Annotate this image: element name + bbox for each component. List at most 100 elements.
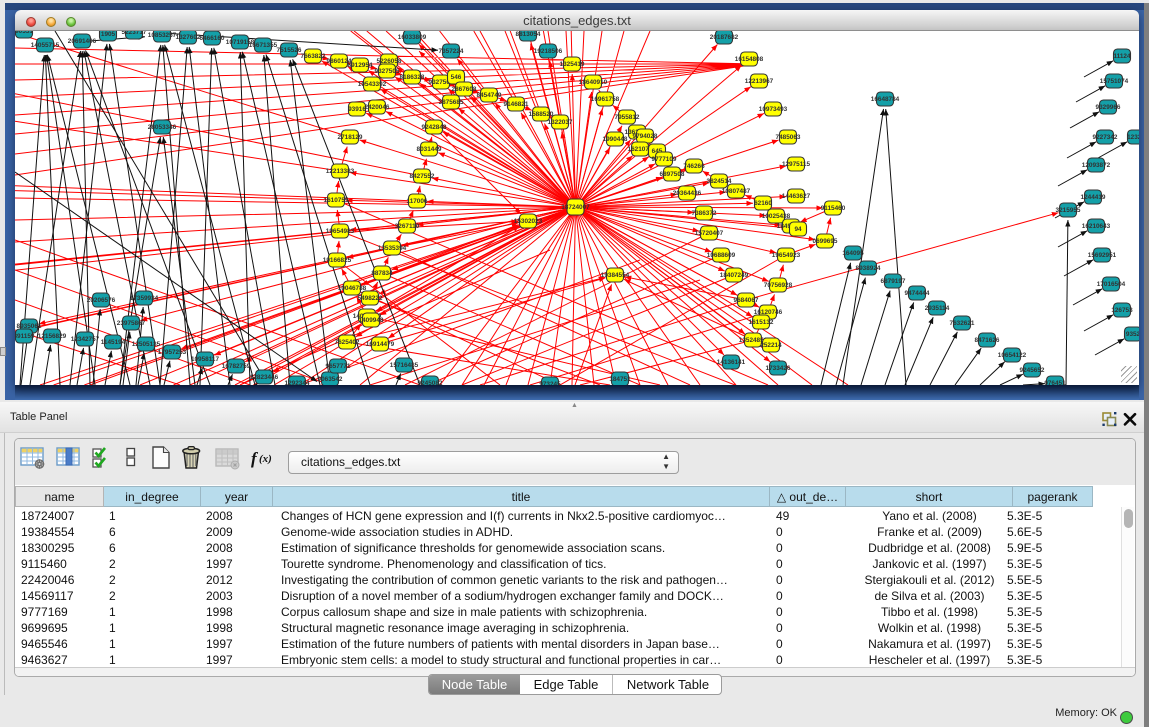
svg-text:7955812: 7955812	[615, 114, 640, 121]
svg-text:9352: 9352	[1126, 331, 1139, 338]
svg-text:9777109: 9777109	[652, 156, 677, 163]
svg-text:10654122: 10654122	[998, 352, 1027, 359]
svg-text:6897508: 6897508	[660, 171, 685, 178]
svg-text:12342757: 12342757	[71, 336, 100, 343]
svg-text:1733426: 1733426	[766, 365, 791, 372]
svg-text:3215955: 3215955	[1056, 207, 1081, 214]
svg-text:973245: 973245	[539, 381, 561, 385]
svg-text:1322037: 1322037	[548, 119, 573, 126]
svg-text:6879197: 6879197	[881, 278, 906, 285]
svg-text:1610755: 1610755	[324, 197, 349, 204]
svg-text:1615132: 1615132	[749, 319, 774, 326]
svg-text:8471626: 8471626	[975, 337, 1000, 344]
svg-text:90551: 90551	[15, 31, 33, 35]
svg-text:546: 546	[451, 74, 462, 81]
svg-text:62160: 62160	[754, 200, 772, 207]
svg-text:9327505: 9327505	[375, 68, 400, 75]
svg-text:11124: 11124	[1113, 53, 1131, 60]
svg-text:12823446: 12823446	[250, 374, 279, 381]
svg-text:93916: 93916	[348, 106, 366, 113]
svg-text:6466160: 6466160	[200, 35, 225, 42]
svg-text:14463627: 14463627	[782, 193, 811, 200]
svg-text:15751074: 15751074	[1100, 78, 1129, 85]
svg-text:1588520: 1588520	[529, 111, 554, 118]
svg-text:12505135: 12505135	[132, 341, 161, 348]
svg-text:12325: 12325	[1127, 134, 1139, 141]
svg-text:5498222: 5498222	[358, 295, 383, 302]
svg-text:19654983: 19654983	[326, 228, 355, 235]
svg-text:15716485: 15716485	[390, 362, 419, 369]
svg-text:1292344: 1292344	[285, 380, 310, 385]
svg-text:8186328: 8186328	[400, 74, 425, 81]
svg-text:12093872: 12093872	[1082, 162, 1111, 169]
svg-text:7515526: 7515526	[277, 47, 302, 54]
svg-text:12975115: 12975115	[782, 161, 811, 168]
svg-text:7632621: 7632621	[950, 320, 975, 327]
svg-text:20187682: 20187682	[710, 34, 739, 41]
svg-text:1409948: 1409948	[359, 317, 384, 324]
svg-text:10688609: 10688609	[707, 252, 736, 259]
svg-text:70756928: 70756928	[764, 282, 793, 289]
svg-text:8427552: 8427552	[410, 173, 435, 180]
svg-text:3267110: 3267110	[395, 223, 420, 230]
svg-text:16914479: 16914479	[366, 341, 395, 348]
svg-text:1244419: 1244419	[1081, 194, 1106, 201]
svg-text:20364436: 20364436	[673, 190, 702, 197]
svg-text:9794028: 9794028	[633, 133, 658, 140]
svg-text:746266: 746266	[683, 163, 705, 170]
svg-text:20206576: 20206576	[87, 297, 116, 304]
svg-text:5223717: 5223717	[122, 31, 147, 36]
svg-text:12156829: 12156829	[38, 333, 67, 340]
svg-text:252214: 252214	[760, 342, 782, 349]
svg-text:10853257: 10853257	[148, 32, 177, 39]
svg-text:8938924: 8938924	[856, 265, 881, 272]
svg-text:391159: 391159	[15, 333, 35, 340]
svg-text:23975867: 23975867	[117, 320, 146, 327]
svg-text:1145194: 1145194	[101, 339, 126, 346]
svg-text:f: f	[251, 449, 259, 468]
svg-text:9657771: 9657771	[326, 363, 351, 370]
svg-text:16033809: 16033809	[398, 34, 427, 41]
svg-text:2420046: 2420046	[365, 104, 390, 111]
svg-text:19218506: 19218506	[534, 48, 563, 55]
svg-text:9245082: 9245082	[418, 380, 443, 385]
svg-text:9329966: 9329966	[1096, 104, 1121, 111]
svg-text:9242848: 9242848	[422, 124, 447, 131]
svg-text:17957253: 17957253	[158, 349, 187, 356]
svg-text:9684067: 9684067	[734, 297, 759, 304]
svg-text:7357224: 7357224	[439, 48, 464, 55]
svg-text:18640910: 18640910	[579, 79, 608, 86]
svg-text:9146821: 9146821	[504, 101, 529, 108]
svg-text:19384554: 19384554	[601, 272, 630, 279]
svg-text:2718129: 2718129	[338, 134, 363, 141]
svg-text:117006: 117006	[407, 198, 428, 205]
svg-text:7386372: 7386372	[692, 210, 717, 217]
svg-text:19166825: 19166825	[323, 257, 352, 264]
svg-text:9063542: 9063542	[318, 376, 343, 383]
svg-text:8813054: 8813054	[516, 31, 541, 38]
svg-text:164095: 164095	[842, 250, 864, 257]
svg-text:8031449: 8031449	[417, 146, 442, 153]
svg-text:15302023: 15302023	[514, 218, 543, 225]
svg-text:2935114: 2935114	[925, 305, 950, 312]
svg-text:16154808: 16154808	[735, 56, 764, 63]
svg-text:184751: 184751	[609, 376, 631, 383]
svg-text:126753: 126753	[1111, 307, 1133, 314]
svg-text:14136141: 14136141	[717, 359, 746, 366]
svg-text:16961758: 16961758	[591, 96, 620, 103]
svg-text:13535394: 13535394	[378, 245, 407, 252]
svg-text:16648784: 16648784	[871, 96, 900, 103]
svg-text:15720407: 15720407	[695, 230, 724, 237]
svg-text:12213967: 12213967	[745, 78, 774, 85]
svg-text:9227342: 9227342	[1093, 134, 1118, 141]
svg-text:9474444: 9474444	[905, 290, 930, 297]
svg-text:8454749: 8454749	[477, 92, 502, 99]
svg-text:3824514: 3824514	[707, 178, 732, 185]
svg-text:(x): (x)	[259, 453, 272, 465]
svg-text:7663822: 7663822	[301, 53, 326, 60]
svg-text:9245652: 9245652	[1020, 367, 1045, 374]
svg-text:1990448: 1990448	[603, 136, 628, 143]
svg-text:1905: 1905	[101, 31, 116, 38]
svg-text:17359934: 17359934	[130, 295, 159, 302]
svg-text:12213383: 12213383	[326, 168, 355, 175]
